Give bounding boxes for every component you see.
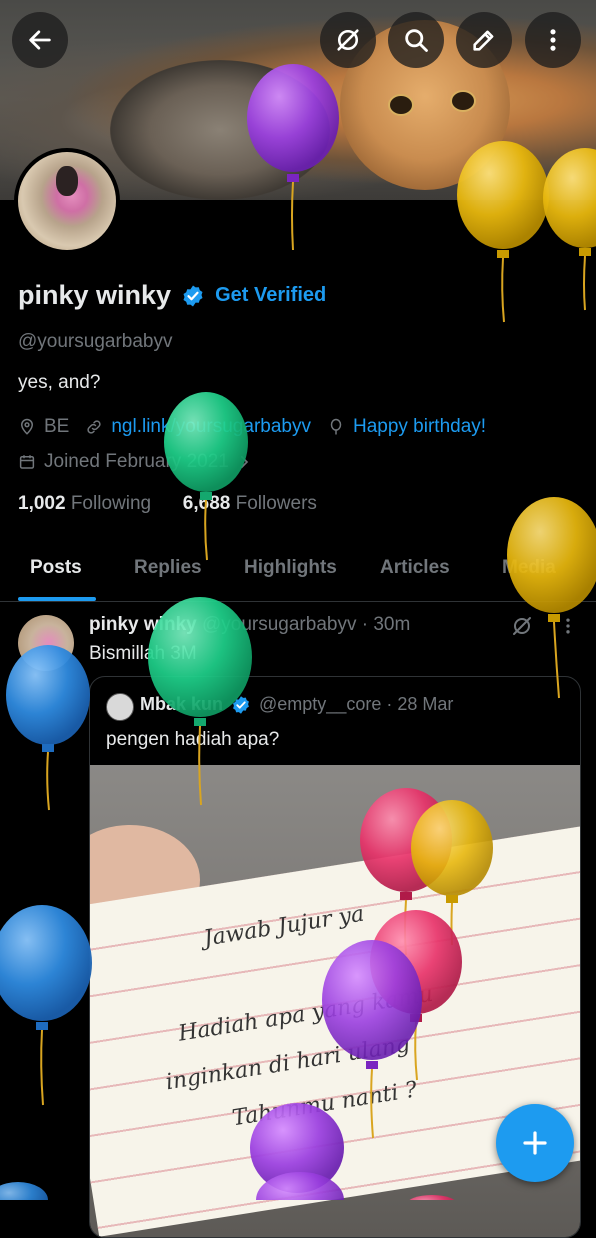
banner-cat-gray	[110, 60, 330, 200]
followers-stat[interactable]: 6,688 Followers	[183, 493, 317, 514]
verified-badge-icon	[183, 285, 203, 306]
avatar-photo	[18, 152, 116, 250]
edit-icon	[473, 30, 494, 51]
grok-icon[interactable]	[510, 614, 534, 638]
joined-text: Joined February 2021	[44, 451, 229, 472]
plus-icon	[523, 1131, 547, 1155]
search-button[interactable]	[388, 12, 444, 68]
joined-row[interactable]: Joined February 2021	[18, 451, 261, 473]
post-timestamp[interactable]: · 30m	[362, 614, 411, 635]
location-icon	[20, 418, 34, 435]
search-icon	[405, 29, 428, 52]
tab-highlights[interactable]: Highlights	[244, 557, 337, 579]
arrow-left-icon	[29, 30, 51, 50]
profile-stats: 1,002 Following 6,688 Followers	[18, 493, 317, 515]
post-author-name[interactable]: pinky winky	[89, 614, 197, 635]
link-icon	[87, 420, 101, 434]
location-item: BE	[18, 416, 69, 438]
quoted-author-avatar[interactable]	[106, 693, 134, 721]
tab-replies[interactable]: Replies	[134, 557, 202, 579]
birthday-item: Happy birthday!	[327, 416, 486, 438]
banner-cat-eye	[450, 90, 476, 112]
chevron-right-icon	[240, 455, 249, 469]
active-tab-indicator	[18, 597, 96, 601]
post-header: pinky winky @yoursugarbabyv · 30m	[89, 614, 410, 636]
compose-button[interactable]	[496, 1104, 574, 1182]
followers-count: 6,688	[182, 493, 231, 514]
following-stat[interactable]: 1,002 Following	[18, 493, 151, 514]
edit-profile-button[interactable]	[456, 12, 512, 68]
profile-tabs: Posts Replies Highlights Articles Media	[0, 545, 596, 602]
quoted-author-name[interactable]: Mbak kun	[140, 694, 223, 715]
grok-icon	[337, 29, 359, 51]
profile-meta-row: BE ngl.link/yoursugarbabyv Happy birthda…	[18, 416, 502, 438]
verified-badge-icon	[233, 695, 249, 714]
post-more-icon[interactable]	[558, 616, 578, 636]
website-link[interactable]: ngl.link/yoursugarbabyv	[111, 416, 311, 438]
profile-name: pinky winky	[18, 280, 172, 310]
post-author-avatar[interactable]	[18, 615, 74, 671]
balloon-icon	[330, 418, 342, 435]
following-label: Following	[70, 493, 152, 514]
back-button[interactable]	[12, 12, 68, 68]
profile-avatar[interactable]	[14, 148, 120, 254]
quoted-post-header: Mbak kun @empty__core · 28 Mar	[140, 694, 453, 715]
post-text: Bismillah 3M	[89, 643, 197, 664]
post-author-handle[interactable]: @yoursugarbabyv	[202, 614, 356, 635]
tab-media[interactable]: Media	[502, 557, 556, 579]
tab-posts[interactable]: Posts	[30, 557, 82, 579]
balloon-blue	[0, 905, 92, 1106]
quoted-text: pengen hadiah apa?	[106, 729, 280, 750]
following-count: 1,002	[18, 493, 66, 514]
profile-handle: @yoursugarbabyv	[18, 331, 173, 352]
more-vertical-icon	[550, 29, 556, 51]
location-text: BE	[44, 416, 70, 437]
banner-cat-eye	[388, 94, 414, 116]
quoted-timestamp[interactable]: · 28 Mar	[386, 694, 453, 715]
birthday-text[interactable]: Happy birthday!	[353, 416, 486, 438]
balloon-blue	[0, 1182, 48, 1200]
more-options-button[interactable]	[525, 12, 581, 68]
website-item[interactable]: ngl.link/yoursugarbabyv	[85, 416, 311, 438]
calendar-icon	[19, 455, 35, 469]
quoted-author-handle[interactable]: @empty__core	[259, 694, 381, 715]
grok-button[interactable]	[320, 12, 376, 68]
tab-articles[interactable]: Articles	[380, 557, 450, 579]
profile-name-row: pinky winky Get Verified	[18, 280, 326, 311]
get-verified-link[interactable]: Get Verified	[215, 284, 326, 307]
note-line: Jawab Jujur ya	[202, 901, 366, 952]
note-line: Tahunmu nanti ?	[230, 1077, 419, 1132]
followers-label: Followers	[235, 493, 317, 514]
profile-bio: yes, and?	[18, 372, 101, 393]
